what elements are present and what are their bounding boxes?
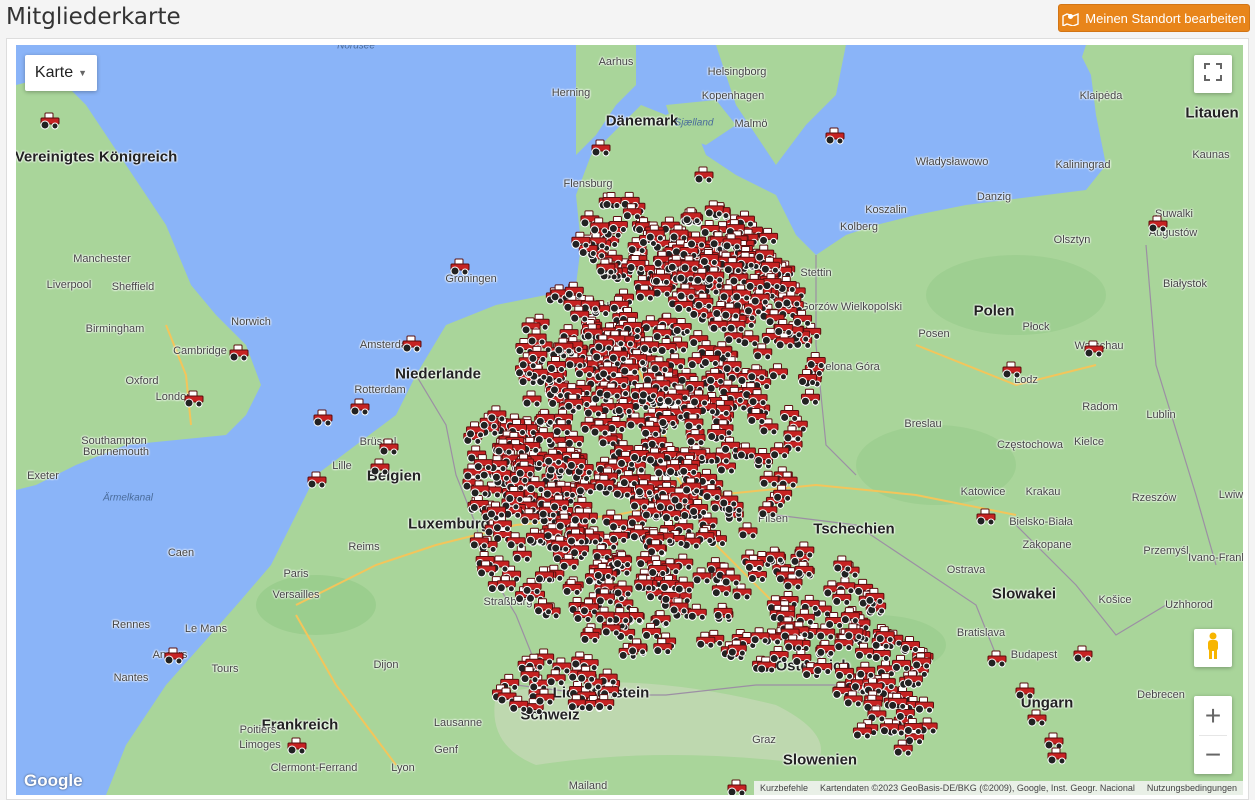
- map-attribution: Kurzbefehle Kartendaten ©2023 GeoBasis-D…: [753, 781, 1243, 795]
- map-data-credit: Kartendaten ©2023 GeoBasis-DE/BKG (©2009…: [819, 783, 1135, 793]
- terms-link[interactable]: Nutzungsbedingungen: [1147, 783, 1237, 793]
- tractor-icon[interactable]: [522, 390, 542, 408]
- tractor-icon[interactable]: [1044, 732, 1064, 750]
- edit-location-button[interactable]: Meinen Standort bearbeiten: [1058, 4, 1250, 32]
- tractor-icon[interactable]: [727, 779, 747, 795]
- tractor-icon[interactable]: [800, 388, 820, 406]
- tractor-icon[interactable]: [825, 127, 845, 145]
- tractor-icon[interactable]: [1073, 645, 1093, 663]
- map-location-icon: [1062, 11, 1079, 26]
- page-title: Mitgliederkarte: [6, 4, 181, 30]
- tractor-icon[interactable]: [40, 112, 60, 130]
- tractor-icon[interactable]: [1047, 747, 1067, 765]
- tractor-icon[interactable]: [546, 669, 566, 687]
- tractor-icon[interactable]: [184, 390, 204, 408]
- member-markers-layer: [40, 112, 1168, 795]
- tractor-icon[interactable]: [1002, 361, 1022, 379]
- tractor-icon[interactable]: [687, 603, 707, 621]
- tractor-icon[interactable]: [450, 258, 470, 276]
- tractor-icon[interactable]: [370, 458, 390, 476]
- tractor-icon[interactable]: [835, 662, 855, 680]
- tractor-icon[interactable]: [892, 654, 912, 672]
- tractor-icon[interactable]: [914, 696, 934, 714]
- map-type-button[interactable]: Karte ▼: [25, 55, 97, 91]
- tractor-icon[interactable]: [402, 335, 422, 353]
- keyboard-shortcuts-link[interactable]: Kurzbefehle: [760, 783, 808, 793]
- tractor-icon[interactable]: [595, 694, 615, 712]
- tractor-icon[interactable]: [229, 344, 249, 362]
- tractor-icon[interactable]: [164, 647, 184, 665]
- tractor-icon[interactable]: [313, 409, 333, 427]
- tractor-icon[interactable]: [1084, 340, 1104, 358]
- tractor-icon[interactable]: [976, 508, 996, 526]
- tractor-icon[interactable]: [694, 166, 714, 184]
- tractor-icon[interactable]: [1015, 682, 1035, 700]
- caret-down-icon: ▼: [78, 68, 88, 78]
- tractor-icon[interactable]: [1027, 709, 1047, 727]
- map-type-label: Karte: [34, 64, 74, 81]
- tractor-icon[interactable]: [901, 635, 921, 653]
- members-map[interactable]: Dänemark Vereinigtes Königreich Polen Niede…: [16, 45, 1243, 795]
- tractor-icon[interactable]: [750, 627, 770, 645]
- tractor-icon[interactable]: [379, 438, 399, 456]
- tractor-icon[interactable]: [350, 398, 370, 416]
- tractor-icon[interactable]: [813, 658, 833, 676]
- pegman-icon: [1205, 632, 1221, 665]
- fullscreen-icon: [1204, 62, 1222, 86]
- tractor-icon[interactable]: [780, 404, 800, 422]
- tractor-icon[interactable]: [740, 330, 760, 348]
- street-view-pegman[interactable]: [1194, 629, 1232, 667]
- tractor-icon[interactable]: [738, 522, 758, 540]
- fullscreen-button[interactable]: [1194, 55, 1232, 93]
- tractor-icon[interactable]: [987, 650, 1007, 668]
- zoom-out-button[interactable]: −: [1194, 736, 1232, 774]
- tractor-icon[interactable]: [287, 737, 307, 755]
- edit-location-label: Meinen Standort bearbeiten: [1085, 10, 1246, 26]
- tractor-icon[interactable]: [591, 139, 611, 157]
- zoom-control: + −: [1194, 696, 1232, 774]
- zoom-in-button[interactable]: +: [1194, 697, 1232, 735]
- tractor-icon[interactable]: [307, 471, 327, 489]
- google-logo: Google: [24, 771, 83, 790]
- tractor-icon[interactable]: [1148, 215, 1168, 233]
- tractor-icon[interactable]: [768, 363, 788, 381]
